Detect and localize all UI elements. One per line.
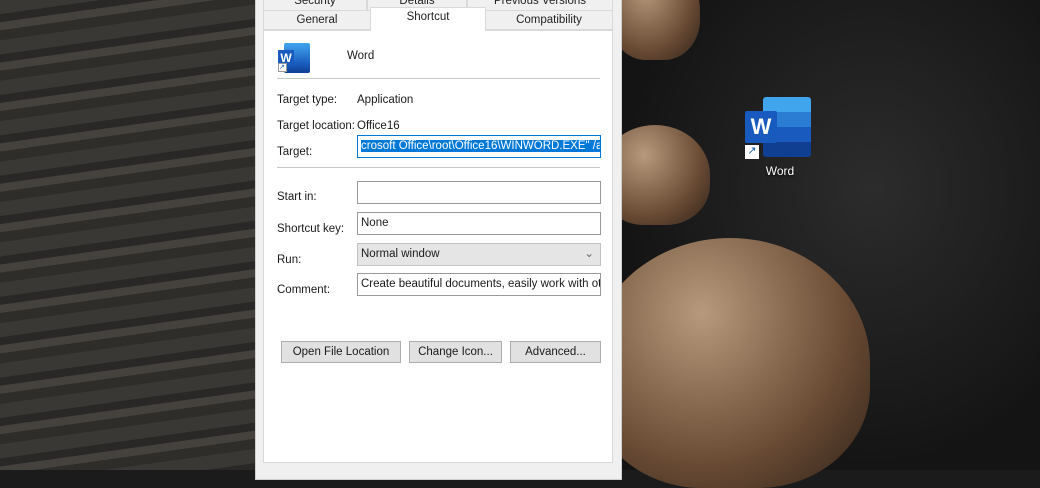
- start-in-label: Start in:: [277, 191, 317, 203]
- divider: [277, 167, 600, 168]
- desktop-icon-word[interactable]: W ↗ Word: [740, 95, 820, 185]
- desktop-icon-label: Word: [765, 164, 795, 178]
- target-input[interactable]: crosoft Office\root\Office16\WINWORD.EXE…: [357, 135, 601, 158]
- desktop-wallpaper-left: [0, 0, 260, 470]
- shortcut-arrow-icon: ↗: [745, 145, 759, 159]
- tab-shortcut[interactable]: Shortcut: [370, 7, 486, 31]
- advanced-button[interactable]: Advanced...: [510, 341, 601, 363]
- target-location-label: Target location:: [277, 120, 355, 132]
- run-selected-value: Normal window: [361, 248, 440, 260]
- run-label: Run:: [277, 254, 302, 266]
- word-icon: W ↗: [745, 97, 813, 159]
- target-label: Target:: [277, 146, 313, 158]
- comment-label: Comment:: [277, 284, 331, 296]
- chevron-down-icon: ⌄: [584, 248, 594, 260]
- open-file-location-button[interactable]: Open File Location: [281, 341, 401, 363]
- shortcut-panel: W ↗ Word Target type: Application Target…: [263, 30, 613, 463]
- target-selected-text: crosoft Office\root\Office16\WINWORD.EXE…: [361, 140, 601, 152]
- divider: [277, 78, 600, 79]
- comment-input[interactable]: Create beautiful documents, easily work …: [357, 273, 601, 296]
- shortcut-key-input[interactable]: None: [357, 212, 601, 235]
- start-in-input[interactable]: [357, 181, 601, 204]
- properties-dialog: Security Details Previous Versions Gener…: [255, 0, 622, 480]
- tab-general[interactable]: General: [263, 10, 371, 30]
- desktop-wallpaper-right: [590, 0, 1040, 488]
- shortcut-name: Word: [347, 50, 375, 62]
- shortcut-key-label: Shortcut key:: [277, 223, 345, 235]
- word-app-icon: W ↗: [276, 43, 310, 75]
- target-location-value: Office16: [357, 120, 400, 132]
- change-icon-button[interactable]: Change Icon...: [409, 341, 502, 363]
- run-select[interactable]: Normal window ⌄: [357, 243, 601, 266]
- target-type-label: Target type:: [277, 94, 338, 106]
- tab-compatibility[interactable]: Compatibility: [485, 10, 613, 30]
- target-type-value: Application: [357, 94, 414, 106]
